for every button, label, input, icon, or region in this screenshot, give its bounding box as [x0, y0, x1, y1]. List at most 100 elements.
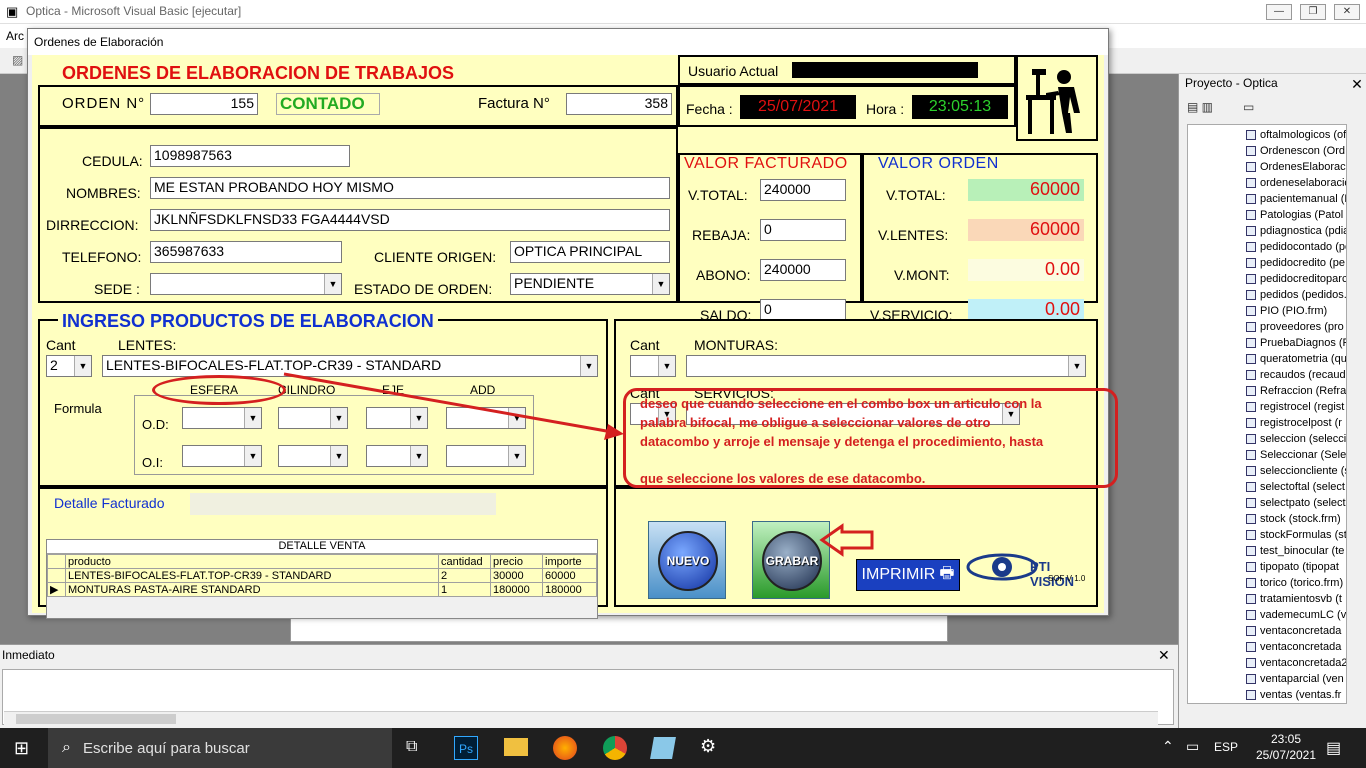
project-tree-item[interactable]: pedidocreditoparc: [1246, 273, 1347, 285]
project-tree-item[interactable]: vademecumLC (va: [1246, 609, 1346, 621]
project-tree-label: ventaconcretada2: [1260, 657, 1347, 669]
project-tree-item[interactable]: PIO (PIO.frm): [1246, 305, 1327, 317]
windows-start-icon[interactable]: ⊞: [14, 738, 29, 759]
chevron-up-icon[interactable]: ⌃: [1162, 738, 1174, 755]
project-tree-label: stockFormulas (st: [1260, 529, 1347, 541]
vb6-icon[interactable]: ⚙: [700, 736, 716, 757]
project-tree-item[interactable]: pedidocontado (pe: [1246, 241, 1347, 253]
project-tree-item[interactable]: OrdenesElaboraci: [1246, 161, 1347, 173]
form-file-icon: [1246, 370, 1256, 380]
form-file-icon: [1246, 290, 1256, 300]
scroll-thumb[interactable]: [16, 714, 176, 724]
form-file-icon: [1246, 354, 1256, 364]
project-tree-label: ventaconcretada: [1260, 625, 1342, 637]
project-tree-item[interactable]: proveedores (pro: [1246, 321, 1344, 333]
project-tree-label: PruebaDiagnos (P: [1260, 337, 1347, 349]
project-title: Proyecto - Optica: [1185, 76, 1278, 90]
project-tree-item[interactable]: recaudos (recaud: [1246, 369, 1346, 381]
form-file-icon: [1246, 178, 1256, 188]
project-tree-item[interactable]: ventas (ventas.fr: [1246, 689, 1341, 701]
project-tree-item[interactable]: pedidos (pedidos.: [1246, 289, 1347, 301]
form-file-icon: [1246, 402, 1256, 412]
project-tree-label: stock (stock.frm): [1260, 513, 1341, 525]
project-tree-label: oftalmologicos (of: [1260, 129, 1347, 141]
project-tree-item[interactable]: selectoftal (select: [1246, 481, 1345, 493]
windows-taskbar: ⊞ ⌕ Escribe aquí para buscar ⧉ Ps ⚙ ⌃ ▭ …: [0, 728, 1366, 768]
project-tree-item[interactable]: stock (stock.frm): [1246, 513, 1341, 525]
project-tree-item[interactable]: Refraccion (Refra: [1246, 385, 1346, 397]
form-file-icon: [1246, 146, 1256, 156]
project-tree-label: Patologias (Patol: [1260, 209, 1344, 221]
project-tree-item[interactable]: ventaconcretada2: [1246, 657, 1347, 669]
firefox-icon[interactable]: [553, 736, 577, 760]
project-tree-label: pedidocontado (pe: [1260, 241, 1347, 253]
project-tree-label: selectoftal (select: [1260, 481, 1345, 493]
photoshop-icon[interactable]: Ps: [454, 736, 478, 760]
project-tree-label: Ordenescon (Ord: [1260, 145, 1345, 157]
project-tree-item[interactable]: pacientemanual (F: [1246, 193, 1347, 205]
project-tree-item[interactable]: tipopato (tipopat: [1246, 561, 1339, 573]
clock-time[interactable]: 23:05: [1256, 732, 1316, 746]
project-tree-item[interactable]: ventaconcretada: [1246, 625, 1341, 637]
form-file-icon: [1246, 386, 1256, 396]
project-tree-item[interactable]: tratamientosvb (t: [1246, 593, 1342, 605]
project-tree-item[interactable]: ordeneselaboracio: [1246, 177, 1347, 189]
project-tree-label: queratometria (qu: [1260, 353, 1347, 365]
project-tree-item[interactable]: Patologias (Patol: [1246, 209, 1343, 221]
notepad-icon[interactable]: [650, 737, 676, 759]
project-tree-item[interactable]: PruebaDiagnos (P: [1246, 337, 1347, 349]
clock-date[interactable]: 25/07/2021: [1250, 748, 1322, 762]
file-explorer-icon[interactable]: [504, 738, 528, 756]
project-tree-label: OrdenesElaboraci: [1260, 161, 1347, 173]
project-tree-item[interactable]: seleccioncliente (s: [1246, 465, 1346, 477]
project-tree-item[interactable]: registrocel (regist: [1246, 401, 1344, 413]
project-tree-item[interactable]: Ordenescon (Ord: [1246, 145, 1345, 157]
project-tree-label: pedidocreditoparc: [1260, 273, 1347, 285]
project-tree-label: seleccion (selecci: [1260, 433, 1347, 445]
project-tree-item[interactable]: seleccion (selecci: [1246, 433, 1346, 445]
form-file-icon: [1246, 450, 1256, 460]
project-tree-item[interactable]: test_binocular (te: [1246, 545, 1344, 557]
project-tree-item[interactable]: oftalmologicos (of: [1246, 129, 1346, 141]
project-tree-item[interactable]: registrocelpost (r: [1246, 417, 1342, 429]
project-tree-label: test_binocular (te: [1260, 545, 1345, 557]
form-file-icon: [1246, 338, 1256, 348]
project-tree-label: tratamientosvb (t: [1260, 593, 1342, 605]
project-tree-label: pacientemanual (F: [1260, 193, 1347, 205]
project-tree-label: ventaparcial (ven: [1260, 673, 1344, 685]
network-icon[interactable]: ▭: [1186, 738, 1199, 755]
notifications-icon[interactable]: ▤: [1326, 738, 1341, 758]
project-tree-label: ordeneselaboracio: [1260, 177, 1347, 189]
project-tree-label: pedidos (pedidos.: [1260, 289, 1347, 301]
search-placeholder: Escribe aquí para buscar: [82, 739, 250, 757]
project-tree-item[interactable]: pdiagnostica (pdia: [1246, 225, 1346, 237]
project-tree-item[interactable]: Seleccionar (Sele: [1246, 449, 1346, 461]
project-tree-item[interactable]: stockFormulas (st: [1246, 529, 1347, 541]
task-view-icon[interactable]: ⧉: [406, 738, 417, 756]
taskbar-search[interactable]: ⌕ Escribe aquí para buscar: [48, 728, 392, 768]
project-tree-item[interactable]: pedidocredito (pe: [1246, 257, 1345, 269]
form-file-icon: [1246, 210, 1256, 220]
project-tree-label: recaudos (recaud: [1260, 369, 1346, 381]
h-scrollbar[interactable]: [4, 711, 1158, 725]
project-tree-label: registrocel (regist: [1260, 401, 1345, 413]
form-file-icon: [1246, 194, 1256, 204]
project-tree-item[interactable]: ventaparcial (ven: [1246, 673, 1344, 685]
project-tree-item[interactable]: torico (torico.frm): [1246, 577, 1343, 589]
project-tree-item[interactable]: queratometria (qu: [1246, 353, 1347, 365]
chrome-icon[interactable]: [603, 736, 627, 760]
close-icon[interactable]: ✕: [1349, 76, 1365, 92]
view-code-icon[interactable]: ▤ ▥: [1187, 100, 1213, 114]
form-file-icon: [1246, 306, 1256, 316]
form-file-icon: [1246, 226, 1256, 236]
toggle-folders-icon[interactable]: ▭: [1243, 100, 1254, 114]
form-file-icon: [1246, 530, 1256, 540]
project-tree[interactable]: oftalmologicos (of Ordenescon (Ord Ordenes…: [1187, 124, 1347, 704]
project-tree-item[interactable]: selectpato (select: [1246, 497, 1346, 509]
project-tree-label: Refraccion (Refra: [1260, 385, 1347, 397]
form-file-icon: [1246, 274, 1256, 284]
form-file-icon: [1246, 482, 1256, 492]
close-icon[interactable]: ✕: [1158, 647, 1170, 664]
language-indicator[interactable]: ESP: [1214, 740, 1238, 754]
project-tree-item[interactable]: ventaconcretada: [1246, 641, 1341, 653]
